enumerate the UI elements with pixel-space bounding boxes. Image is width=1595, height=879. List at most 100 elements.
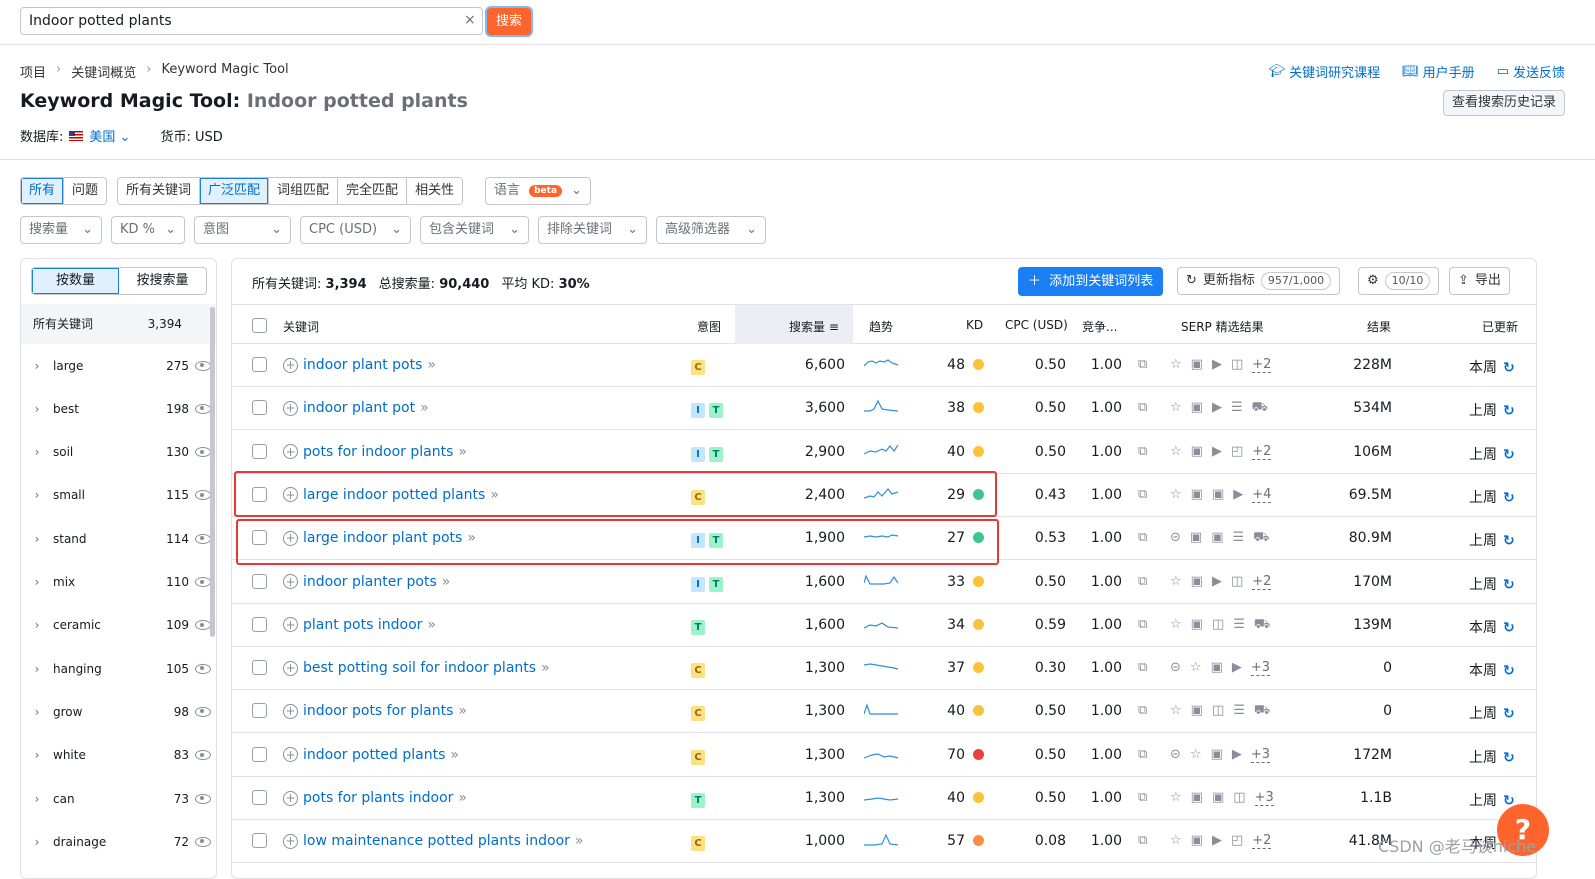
row-checkbox[interactable]	[252, 660, 267, 676]
refresh-icon[interactable]: ↻	[1503, 620, 1515, 636]
refresh-icon[interactable]: ↻	[1503, 447, 1515, 463]
add-keyword-icon[interactable]: +	[283, 617, 298, 633]
add-keyword-icon[interactable]: +	[283, 574, 298, 589]
serp-view-icon[interactable]: ⧉	[1138, 487, 1147, 502]
sidebar-item[interactable]: › soil 130	[21, 431, 211, 474]
eye-icon[interactable]	[195, 750, 211, 761]
filter-advanced[interactable]: 高级筛选器 ⌄	[656, 216, 766, 244]
col-updated[interactable]: 已更新	[1482, 318, 1518, 335]
sidebar-item[interactable]: › small 115	[21, 474, 211, 517]
keyword-text[interactable]: pots for indoor plants	[303, 444, 453, 460]
tab-questions[interactable]: 问题	[64, 178, 107, 204]
keyword-link[interactable]: + indoor plant pots »	[283, 357, 436, 373]
tab-broad-match[interactable]: 广泛匹配	[200, 178, 270, 204]
keyword-text[interactable]: plant pots indoor	[303, 617, 422, 633]
keyword-link[interactable]: + plant pots indoor »	[283, 617, 436, 633]
keyword-text[interactable]: indoor pots for plants	[303, 703, 453, 719]
eye-icon[interactable]	[195, 620, 211, 631]
settings-button[interactable]: ⚙ 10/10	[1358, 267, 1440, 295]
double-chevron-icon[interactable]: »	[458, 444, 467, 460]
eye-icon[interactable]	[195, 836, 211, 847]
serp-view-icon[interactable]: ⧉	[1138, 530, 1147, 545]
add-keyword-icon[interactable]: +	[283, 660, 298, 676]
eye-icon[interactable]	[195, 490, 211, 501]
add-to-list-button[interactable]: ＋ 添加到关键词列表	[1018, 267, 1164, 296]
row-checkbox[interactable]	[252, 616, 267, 632]
export-button[interactable]: ⇪ 导出	[1449, 267, 1510, 295]
keyword-text[interactable]: low maintenance potted plants indoor	[303, 833, 570, 849]
serp-more-link[interactable]: +3	[1250, 747, 1271, 763]
add-keyword-icon[interactable]: +	[283, 400, 298, 416]
eye-icon[interactable]	[195, 706, 211, 717]
keyword-link[interactable]: + indoor plant pot »	[283, 400, 429, 416]
search-history-button[interactable]: 查看搜索历史记录	[1442, 90, 1565, 116]
refresh-icon[interactable]: ↻	[1503, 577, 1515, 593]
double-chevron-icon[interactable]: »	[442, 574, 451, 590]
feedback-link[interactable]: ▭ 发送反馈	[1497, 62, 1565, 81]
sidebar-scrollbar[interactable]	[210, 307, 215, 637]
serp-more-link[interactable]: +4	[1252, 487, 1272, 503]
select-all-checkbox[interactable]	[252, 318, 267, 333]
row-checkbox[interactable]	[252, 357, 267, 372]
serp-more-link[interactable]: +3	[1250, 660, 1271, 677]
col-keyword[interactable]: 关键词	[283, 318, 319, 335]
sidebar-item[interactable]: › can 73	[21, 777, 211, 820]
col-serp[interactable]: SERP 精选结果	[1181, 318, 1264, 335]
tab-exact-match[interactable]: 完全匹配	[338, 178, 408, 204]
col-kd[interactable]: KD	[966, 318, 983, 332]
eye-icon[interactable]	[195, 793, 211, 804]
filter-include[interactable]: 包含关键词 ⌄	[420, 216, 529, 244]
col-trend[interactable]: 趋势	[869, 318, 893, 335]
row-checkbox[interactable]	[252, 400, 267, 416]
col-competition[interactable]: 竞争...	[1082, 318, 1117, 335]
serp-view-icon[interactable]: ⧉	[1138, 574, 1147, 589]
serp-view-icon[interactable]: ⧉	[1138, 444, 1147, 459]
refresh-icon[interactable]: ↻	[1503, 490, 1515, 506]
keyword-text[interactable]: indoor plant pots	[303, 357, 422, 373]
col-results[interactable]: 结果	[1367, 318, 1391, 335]
manual-link[interactable]: 📖︎ 用户手册	[1402, 62, 1475, 81]
eye-icon[interactable]	[195, 403, 211, 414]
keyword-link[interactable]: + indoor potted plants »	[283, 747, 459, 763]
double-chevron-icon[interactable]: »	[575, 833, 584, 849]
double-chevron-icon[interactable]: »	[541, 660, 550, 676]
filter-intent[interactable]: 意图 ⌄	[194, 216, 291, 244]
refresh-icon[interactable]: ↻	[1503, 360, 1515, 376]
refresh-icon[interactable]: ↻	[1503, 403, 1515, 419]
add-keyword-icon[interactable]: +	[283, 444, 298, 460]
language-dropdown[interactable]: 语言 beta ⌄	[485, 177, 591, 205]
keyword-text[interactable]: indoor planter pots	[303, 574, 437, 590]
sidebar-item[interactable]: › ceramic 109	[21, 604, 211, 647]
double-chevron-icon[interactable]: »	[427, 617, 436, 633]
row-checkbox[interactable]	[252, 790, 267, 805]
keyword-text[interactable]: indoor potted plants	[303, 747, 445, 763]
tab-all-keywords[interactable]: 所有关键词	[118, 178, 201, 204]
toggle-by-volume[interactable]: 按搜索量	[119, 268, 206, 294]
add-keyword-icon[interactable]: +	[283, 747, 298, 763]
refresh-icon[interactable]: ↻	[1503, 663, 1515, 679]
tab-phrase-match[interactable]: 词组匹配	[269, 178, 339, 204]
serp-more-link[interactable]: +2	[1252, 574, 1272, 590]
keyword-link[interactable]: + pots for indoor plants »	[283, 444, 467, 460]
serp-view-icon[interactable]: ⧉	[1138, 617, 1147, 632]
eye-icon[interactable]	[195, 533, 211, 544]
sidebar-item[interactable]: › white 83	[21, 734, 211, 777]
filter-kd[interactable]: KD % ⌄	[111, 216, 185, 244]
serp-more-link[interactable]: +2	[1252, 444, 1272, 460]
row-checkbox[interactable]	[252, 573, 267, 589]
filter-volume[interactable]: 搜索量 ⌄	[20, 216, 102, 244]
serp-more-link[interactable]: +3	[1254, 790, 1274, 806]
sidebar-item[interactable]: › stand 114	[21, 517, 211, 560]
col-cpc[interactable]: CPC (USD)	[1005, 318, 1068, 332]
double-chevron-icon[interactable]: »	[420, 400, 429, 416]
clear-search-icon[interactable]: ×	[464, 12, 476, 28]
serp-view-icon[interactable]: ⧉	[1138, 660, 1147, 675]
eye-icon[interactable]	[195, 447, 211, 458]
breadcrumb-projects[interactable]: 项目	[20, 62, 46, 81]
eye-icon[interactable]	[195, 663, 211, 674]
keyword-text[interactable]: indoor plant pot	[303, 400, 415, 416]
keyword-link[interactable]: + low maintenance potted plants indoor »	[283, 833, 583, 849]
serp-view-icon[interactable]: ⧉	[1138, 833, 1147, 848]
col-volume[interactable]: 搜索量 ≡	[789, 318, 839, 335]
double-chevron-icon[interactable]: »	[458, 790, 467, 806]
